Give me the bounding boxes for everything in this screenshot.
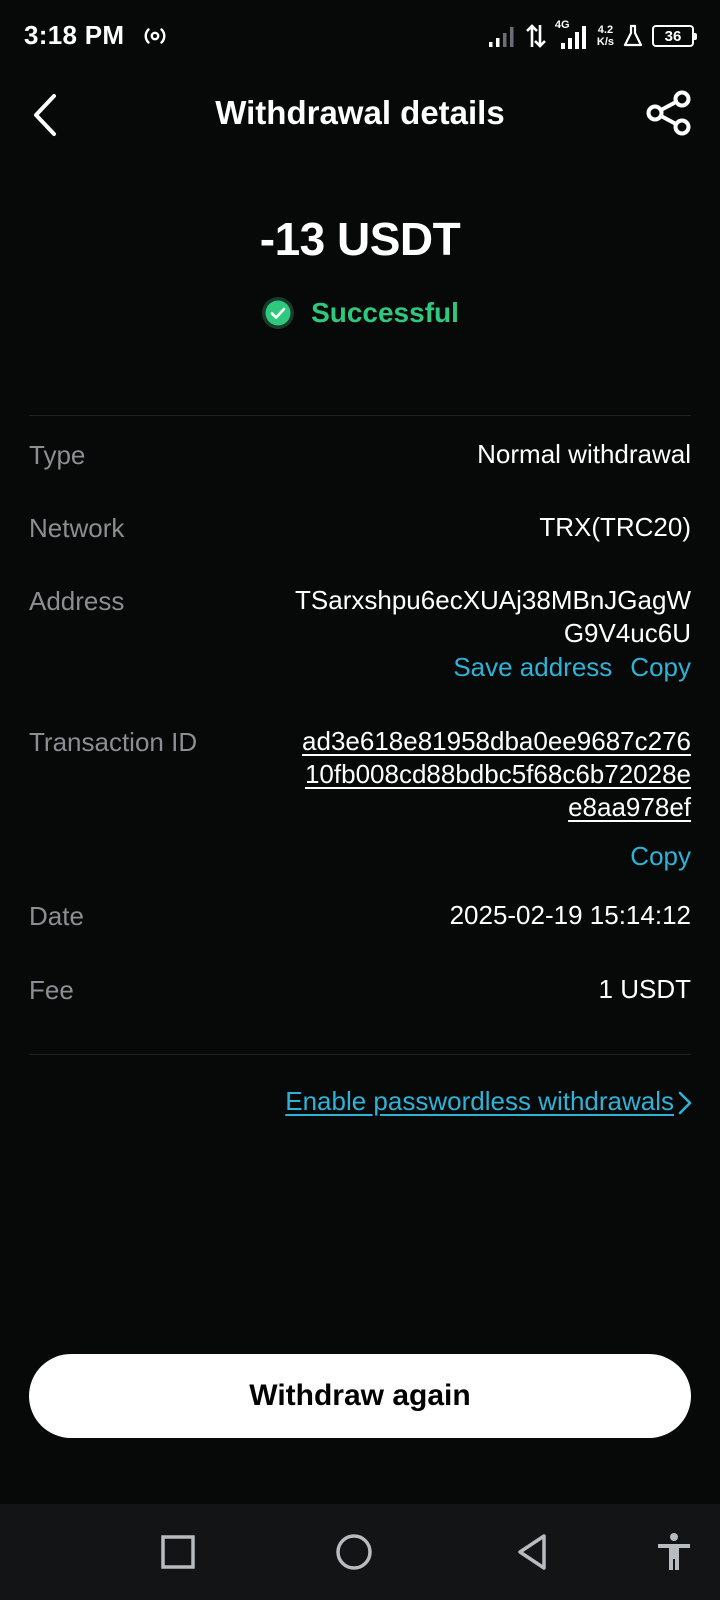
flask-icon	[623, 24, 643, 47]
signal-4g-icon: 4G	[555, 19, 589, 51]
network-value: TRX(TRC20)	[539, 512, 691, 542]
battery-level: 36	[664, 27, 682, 45]
data-transfer-icon	[525, 24, 546, 48]
copy-address-link[interactable]: Copy	[630, 652, 691, 683]
txid-link[interactable]: ad3e618e81958dba0ee9687c27610fb008cd88bd…	[291, 725, 691, 824]
detail-row-address: Address TSarxshpu6ecXUAj38MBnJGagWG9V4uc…	[29, 585, 691, 706]
network-label: Network	[29, 513, 125, 543]
signal-weak-icon	[488, 27, 514, 47]
withdrawal-amount: -13 USDT	[259, 213, 461, 265]
withdraw-again-button[interactable]: Withdraw again	[29, 1354, 691, 1438]
fee-value: 1 USDT	[598, 974, 691, 1004]
recent-apps-icon[interactable]	[158, 1532, 198, 1572]
status-time: 3:18 PM	[24, 20, 125, 50]
status-icons: 4G 4.2 K/s 36	[487, 19, 697, 52]
fee-label: Fee	[29, 975, 74, 1005]
txid-label: Transaction ID	[29, 727, 198, 757]
back-nav-icon[interactable]	[514, 1532, 554, 1572]
app-header: Withdrawal details	[0, 72, 720, 162]
hotspot-icon	[144, 28, 166, 44]
net-speed-unit: K/s	[596, 36, 614, 48]
status-bar: 3:18 PM 4G 4.2 K/s 36	[0, 0, 720, 72]
copy-txid-link[interactable]: Copy	[630, 841, 691, 872]
share-icon[interactable]	[644, 88, 694, 138]
home-icon[interactable]	[334, 1532, 374, 1572]
net-speed: 4.2 K/s	[597, 24, 614, 48]
status-badge: Successful	[311, 297, 459, 328]
date-label: Date	[29, 901, 84, 931]
txid-actions: Copy	[630, 841, 691, 872]
date-value: 2025-02-19 15:14:12	[449, 900, 691, 930]
address-label: Address	[29, 586, 125, 616]
address-value: TSarxshpu6ecXUAj38MBnJGagWG9V4uc6U	[295, 585, 691, 648]
chevron-right-icon[interactable]	[677, 1090, 693, 1116]
success-check-icon	[262, 297, 295, 329]
divider	[29, 1054, 691, 1055]
accessibility-icon[interactable]	[654, 1532, 694, 1572]
system-nav-bar	[0, 1504, 720, 1600]
status-row: Successful	[0, 296, 720, 330]
detail-row-txid: Transaction ID ad3e618e81958dba0ee9687c2…	[29, 725, 691, 877]
battery-icon: 36	[652, 25, 697, 47]
divider	[29, 415, 691, 416]
page-title: Withdrawal details	[215, 94, 505, 131]
net-speed-value: 4.2	[597, 24, 614, 36]
type-label: Type	[29, 440, 86, 470]
save-address-link[interactable]: Save address	[453, 652, 612, 683]
passwordless-withdrawals-link[interactable]: Enable passwordless withdrawals	[285, 1086, 674, 1117]
address-actions: Save address Copy	[453, 652, 691, 683]
type-value: Normal withdrawal	[477, 439, 691, 469]
